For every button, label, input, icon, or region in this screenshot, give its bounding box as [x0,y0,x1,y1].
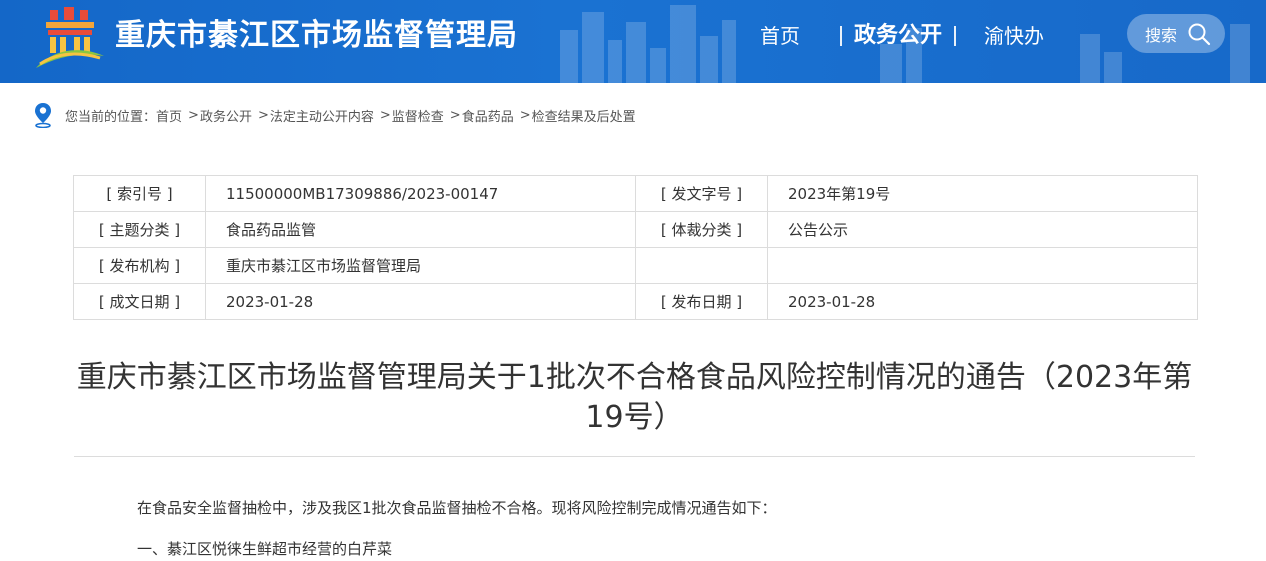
nav-government-affairs[interactable]: 政务公开 [854,20,942,52]
breadcrumb-separator: > [519,107,531,123]
info-label: [ 成文日期 ] [73,283,206,320]
logo-icon [36,7,104,68]
info-label: [ 体裁分类 ] [635,211,768,248]
breadcrumb-prefix: 您当前的位置： [65,109,157,125]
nav-home[interactable]: 首页 [760,20,800,52]
breadcrumb-separator: > [188,107,199,123]
title-divider [74,456,1195,457]
breadcrumb: 您当前的位置： 首页 > 政务公开 > 法定主动公开内容 > 监督检查 > 食品… [34,101,636,129]
document-info-table: [ 索引号 ] 11500000MB17309886/2023-00147 [ … [73,175,1198,320]
breadcrumb-item-supervision[interactable]: 监督检查 [392,106,444,125]
article-title-line: 19号） [585,400,684,435]
search-label: 搜索 [1145,25,1178,45]
breadcrumb-item-home[interactable]: 首页 [156,106,182,125]
article-title: 重庆市綦江区市场监督管理局关于1批次不合格食品风险控制情况的通告（2023年第 … [74,358,1195,438]
breadcrumb-item-food-drug[interactable]: 食品药品 [462,106,514,125]
info-value [767,247,1198,284]
search-button[interactable]: 搜索 [1127,14,1225,53]
breadcrumb-separator: > [257,107,269,123]
info-value: 重庆市綦江区市场监督管理局 [205,247,636,284]
article-paragraph: 在食品安全监督抽检中，涉及我区1批次食品监督抽检不合格。现将风险控制完成情况通告… [137,499,777,517]
breadcrumb-separator: > [379,107,391,123]
info-value: 11500000MB17309886/2023-00147 [205,175,636,212]
article-title-line: 重庆市綦江区市场监督管理局关于1批次不合格食品风险控制情况的通告（2023年第 [76,360,1193,395]
info-value: 2023-01-28 [205,283,636,320]
info-label [635,247,768,284]
info-value: 食品药品监管 [205,211,636,248]
info-label: [ 发文字号 ] [635,175,768,212]
info-label: [ 主题分类 ] [73,211,206,248]
nav-separator [954,26,957,46]
info-value: 2023年第19号 [767,175,1198,212]
location-pin-icon [35,103,51,128]
table-row: [ 索引号 ] 11500000MB17309886/2023-00147 [ … [73,175,1198,212]
info-label: [ 索引号 ] [73,175,206,212]
table-row: [ 成文日期 ] 2023-01-28 [ 发布日期 ] 2023-01-28 [73,283,1198,320]
info-label: [ 发布机构 ] [73,247,206,284]
info-label: [ 发布日期 ] [635,283,768,320]
table-row: [ 主题分类 ] 食品药品监管 [ 体裁分类 ] 公告公示 [73,211,1198,248]
breadcrumb-item-statutory-disclosure[interactable]: 法定主动公开内容 [270,106,374,125]
main-nav: 首页 政务公开 渝快办 [760,20,1044,52]
nav-separator [840,26,842,46]
info-value: 公告公示 [767,211,1198,248]
search-icon [1188,23,1211,46]
site-title: 重庆市綦江区市场监督管理局 [115,18,518,53]
nav-yukuaiban[interactable]: 渝快办 [984,20,1044,52]
article-paragraph: 一、綦江区悦徕生鲜超市经营的白芹菜 [137,540,393,558]
site-header: 重庆市綦江区市场监督管理局 首页 政务公开 渝快办 搜索 [0,0,1266,83]
breadcrumb-item-government-affairs[interactable]: 政务公开 [200,106,252,125]
info-value: 2023-01-28 [767,283,1198,320]
table-row: [ 发布机构 ] 重庆市綦江区市场监督管理局 [73,247,1198,284]
breadcrumb-separator: > [449,107,461,123]
breadcrumb-item-inspection-results[interactable]: 检查结果及后处置 [532,106,636,125]
